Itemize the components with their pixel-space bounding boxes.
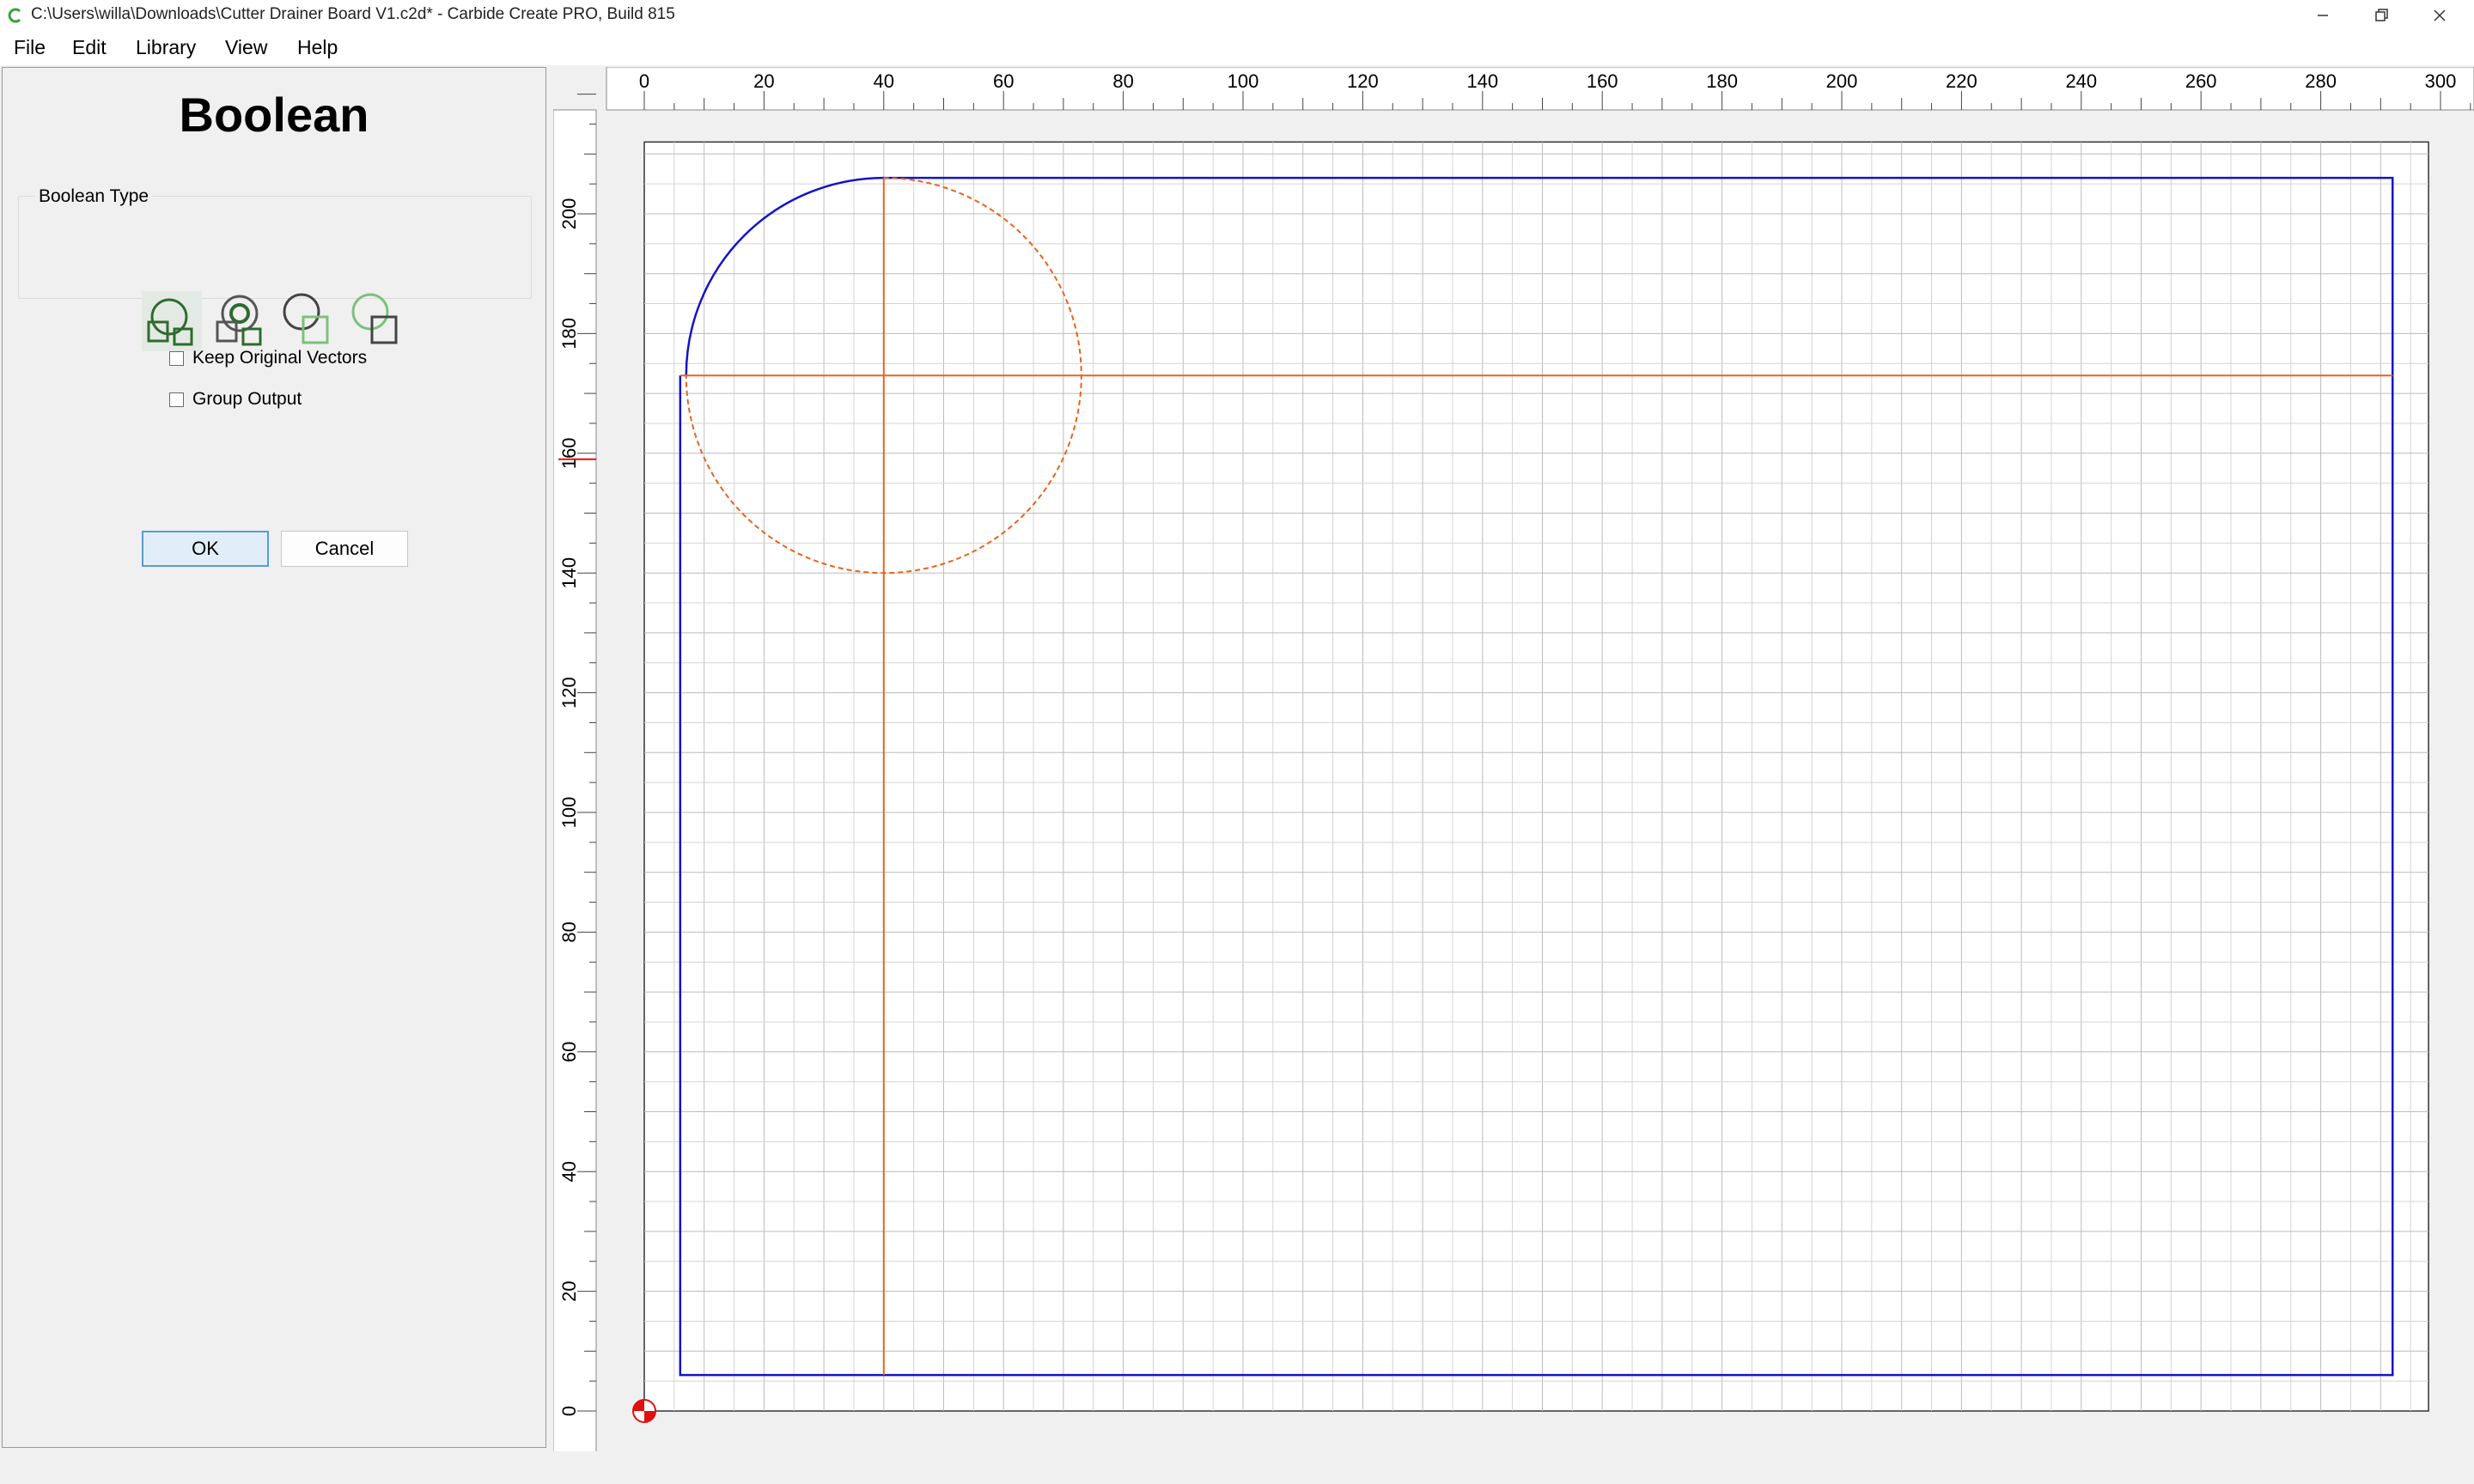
menu-view[interactable]: View bbox=[225, 36, 267, 59]
boolean-intersect-button[interactable] bbox=[210, 291, 271, 351]
ruler-label-x: 40 bbox=[874, 70, 894, 92]
ruler-label-y: 80 bbox=[558, 921, 580, 942]
ruler-label-y: 100 bbox=[558, 797, 580, 829]
design-canvas[interactable]: 0 20 40 60 80 100 120 140 160 180 200 220 240 260 280 3… bbox=[552, 66, 2474, 1454]
ruler-label-x: 220 bbox=[1946, 70, 1977, 92]
close-button[interactable] bbox=[2409, 0, 2471, 31]
close-icon bbox=[2434, 9, 2446, 21]
ruler-label-y: 200 bbox=[558, 198, 580, 230]
menu-library[interactable]: Library bbox=[136, 36, 196, 59]
boolean-subtract-reverse-button[interactable] bbox=[348, 291, 408, 351]
minimize-button[interactable] bbox=[2292, 0, 2354, 31]
ruler-label-x: 60 bbox=[993, 70, 1014, 92]
ruler-label-y: 180 bbox=[558, 318, 580, 350]
stock-area bbox=[643, 141, 2429, 1412]
ruler-label-y: 160 bbox=[558, 437, 580, 469]
restore-icon bbox=[2375, 9, 2388, 21]
ruler-label-x: 280 bbox=[2305, 70, 2337, 92]
ruler-label-y: 140 bbox=[558, 557, 580, 589]
ruler-label-y: 20 bbox=[558, 1280, 580, 1301]
minimize-icon bbox=[2318, 15, 2328, 16]
ruler-label-y: 120 bbox=[558, 677, 580, 709]
ruler-label-x: 180 bbox=[1706, 70, 1738, 92]
panel-title: Boolean bbox=[179, 88, 369, 142]
boolean-union-icon bbox=[147, 298, 193, 346]
ruler-label-y: 40 bbox=[558, 1161, 580, 1182]
ruler-label-x: 140 bbox=[1466, 70, 1498, 92]
boolean-intersect-icon bbox=[216, 295, 262, 346]
status-strip bbox=[0, 1451, 2474, 1484]
ruler-label-x: 20 bbox=[753, 70, 774, 92]
ruler-label-y: 0 bbox=[558, 1406, 580, 1416]
ruler-label-x: 0 bbox=[639, 70, 649, 92]
boolean-panel: Boolean Boolean Type Keep Original Vecto bbox=[2, 67, 546, 1448]
keep-original-vectors-row[interactable]: Keep Original Vectors bbox=[169, 348, 367, 368]
ruler-label-x: 240 bbox=[2065, 70, 2097, 92]
ruler-label-y: 60 bbox=[558, 1042, 580, 1062]
cancel-button[interactable]: Cancel bbox=[281, 531, 408, 567]
ruler-label-x: 260 bbox=[2185, 70, 2217, 92]
ruler-label-x: 200 bbox=[1826, 70, 1858, 92]
group-output-label: Group Output bbox=[192, 389, 302, 409]
menu-bar: File Edit Library View Help bbox=[0, 31, 2474, 65]
ruler-label-x: 160 bbox=[1587, 70, 1618, 92]
menu-help[interactable]: Help bbox=[297, 36, 338, 59]
window-title: C:\Users\willa\Downloads\Cutter Drainer … bbox=[31, 5, 675, 23]
boolean-type-group bbox=[18, 196, 532, 299]
ruler-label-x: 300 bbox=[2425, 70, 2457, 92]
ruler-label-x: 100 bbox=[1228, 70, 1259, 92]
boolean-subtract-button[interactable] bbox=[279, 291, 339, 351]
group-output-row[interactable]: Group Output bbox=[169, 389, 302, 410]
boolean-subtract-reverse-icon bbox=[351, 293, 398, 344]
carbide-c-icon bbox=[8, 8, 21, 23]
group-output-checkbox[interactable] bbox=[169, 392, 184, 407]
canvas-svg[interactable]: 0 20 40 60 80 100 120 140 160 180 200 220 240 260 280 3… bbox=[552, 66, 2474, 1454]
menu-edit[interactable]: Edit bbox=[72, 36, 107, 59]
boolean-type-label: Boolean Type bbox=[35, 186, 153, 207]
boolean-union-button[interactable] bbox=[142, 291, 202, 351]
title-bar: C:\Users\willa\Downloads\Cutter Drainer … bbox=[0, 0, 2474, 31]
ruler-label-x: 120 bbox=[1347, 70, 1379, 92]
keep-original-vectors-checkbox[interactable] bbox=[169, 350, 184, 366]
menu-file[interactable]: File bbox=[14, 36, 46, 59]
vertical-ruler bbox=[552, 109, 597, 1454]
ok-button[interactable]: OK bbox=[142, 531, 269, 567]
boolean-subtract-icon bbox=[283, 293, 329, 344]
restore-button[interactable] bbox=[2350, 0, 2412, 31]
keep-original-vectors-label: Keep Original Vectors bbox=[192, 348, 368, 368]
ruler-label-x: 80 bbox=[1112, 70, 1133, 92]
